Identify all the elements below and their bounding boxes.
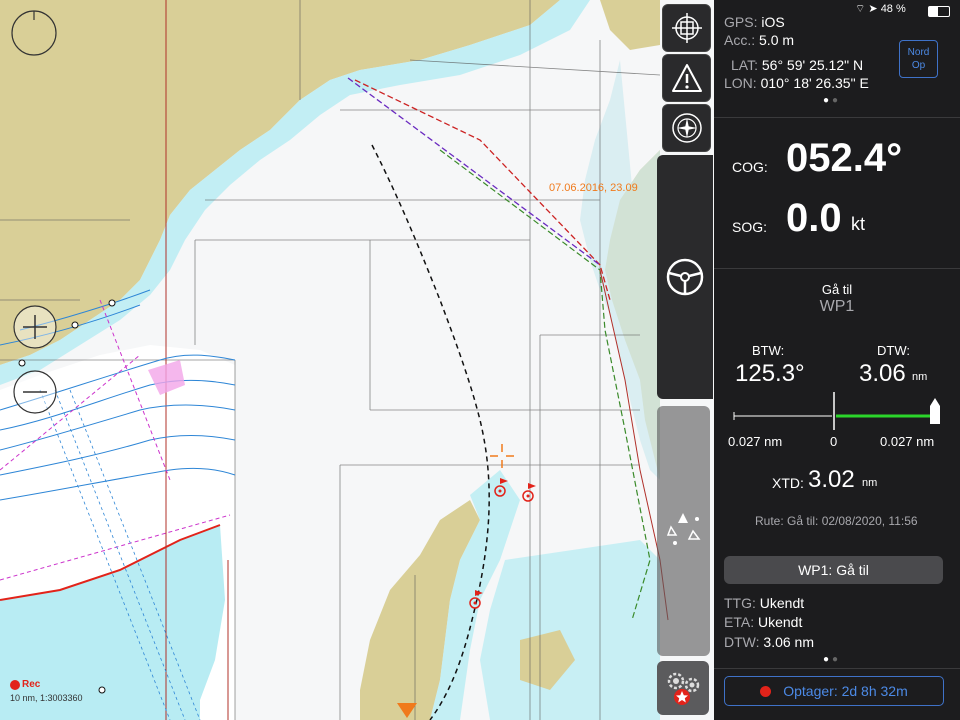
- warning-icon: [671, 64, 702, 92]
- settings-gears-icon: [667, 672, 700, 705]
- zoom-out-icon[interactable]: [13, 370, 57, 414]
- scale-center: 0: [830, 434, 838, 449]
- steering-panel-button[interactable]: [657, 155, 713, 399]
- battery-percent: 48 %: [880, 3, 906, 15]
- lon-label: LON:: [724, 75, 757, 91]
- warning-button[interactable]: [662, 54, 711, 102]
- location-icon: ➤: [868, 3, 878, 15]
- btw-value: 125.3°: [735, 360, 805, 387]
- scale-left: 0.027 nm: [728, 434, 783, 449]
- rec-label: Rec: [22, 679, 41, 690]
- goto-waypoint: WP1: [819, 298, 855, 315]
- gps-label: GPS:: [724, 14, 758, 30]
- goto-waypoint-button[interactable]: WP1: Gå til: [724, 556, 943, 584]
- sog-label: SOG:: [732, 219, 768, 235]
- cog-value: 052.4°: [786, 136, 903, 180]
- ais-targets-icon: [666, 513, 701, 545]
- dtw2-value: 3.06 nm: [763, 634, 814, 650]
- target-crosshair-icon: [671, 13, 702, 43]
- xtd-value: 3.02: [808, 466, 855, 493]
- boat-icon: [930, 398, 940, 424]
- wifi-icon: ⌔: [855, 3, 866, 15]
- eta-label: ETA:: [724, 614, 755, 630]
- steering-wheel-icon: [666, 258, 704, 296]
- xtd-unit: nm: [862, 477, 878, 489]
- divider: [714, 268, 960, 269]
- lat-label: LAT:: [731, 57, 758, 73]
- settings-button[interactable]: [657, 661, 709, 715]
- recorder-button[interactable]: Optager: 2d 8h 32m: [724, 676, 944, 706]
- dtw-label: DTW:: [877, 343, 910, 358]
- goto-title: Gå til: [821, 282, 853, 297]
- ttg-label: TTG:: [724, 595, 756, 611]
- xtd-label: XTD:: [772, 475, 804, 491]
- scale-label: 10 nm, 1:3003360: [10, 693, 83, 703]
- record-dot-icon: [760, 685, 772, 697]
- dtw-unit: nm: [912, 371, 928, 383]
- zoom-in-icon[interactable]: [13, 305, 57, 349]
- eta-value: Ukendt: [757, 614, 803, 630]
- sog-unit: kt: [851, 214, 866, 234]
- btw-label: BTW:: [752, 343, 785, 358]
- ttg-value: Ukendt: [759, 595, 805, 611]
- gps-value: iOS: [761, 14, 785, 30]
- battery-icon: [928, 6, 950, 17]
- compass-icon: [671, 113, 702, 143]
- compass-button[interactable]: [662, 104, 711, 152]
- route-text: Rute: Gå til: 02/08/2020, 11:56: [755, 514, 918, 528]
- target-crosshair-button[interactable]: [662, 4, 711, 52]
- recorder-label: Optager: 2d 8h 32m: [783, 683, 908, 699]
- acc-label: Acc.:: [724, 32, 756, 48]
- sog-value: 0.0: [786, 196, 842, 240]
- divider: [714, 117, 960, 118]
- dtw-value: 3.06: [859, 360, 906, 387]
- north-up-line2: Op: [911, 60, 926, 71]
- page-dots: ●●: [822, 95, 842, 106]
- divider: [714, 668, 960, 669]
- dtw2-label: DTW:: [724, 634, 760, 650]
- lat-value: 56° 59' 25.12" N: [761, 57, 864, 73]
- xtd-bar: [733, 392, 940, 430]
- status-icons: ⌔ ➤ 48 %: [855, 2, 906, 16]
- ais-panel[interactable]: [657, 406, 710, 656]
- lon-value: 010° 18' 26.35" E: [760, 75, 869, 91]
- date-stamp: 07.06.2016, 23.09: [549, 182, 638, 194]
- page-dots: ●●: [822, 654, 842, 665]
- cog-label: COG:: [732, 159, 768, 175]
- acc-value: 5.0 m: [759, 32, 795, 48]
- scale-right: 0.027 nm: [880, 434, 935, 449]
- north-up-button[interactable]: Nord Op: [899, 40, 938, 78]
- north-up-line1: Nord: [907, 47, 930, 58]
